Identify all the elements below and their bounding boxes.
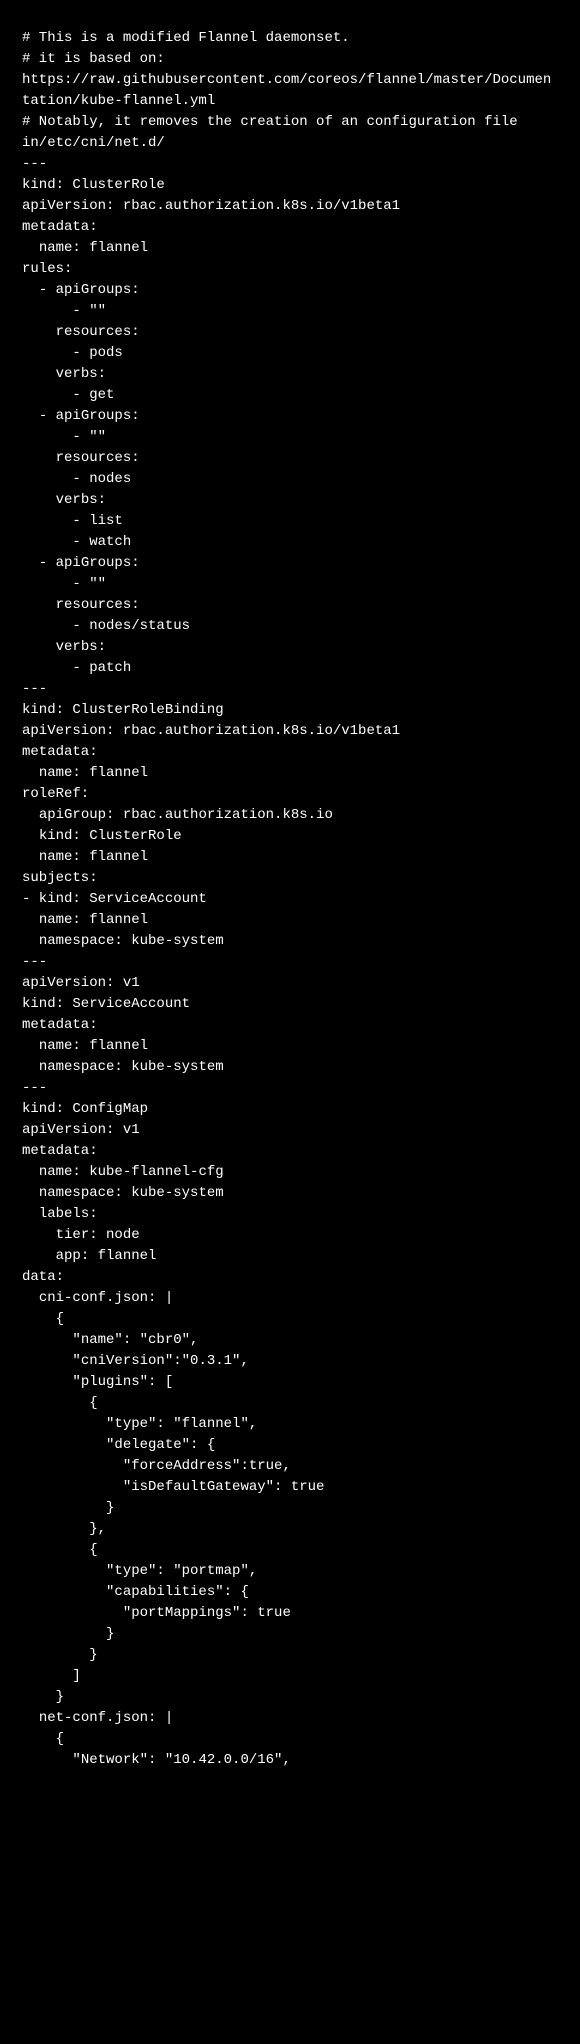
code-line: tier: node [22,1225,558,1246]
code-line: }, [22,1519,558,1540]
code-line: - apiGroups: [22,280,558,301]
code-line: } [22,1645,558,1666]
code-line: - list [22,511,558,532]
code-line: # Notably, it removes the creation of an… [22,112,558,154]
code-line: apiVersion: v1 [22,973,558,994]
code-line: "isDefaultGateway": true [22,1477,558,1498]
code-line: resources: [22,448,558,469]
code-line: # This is a modified Flannel daemonset. [22,28,558,49]
code-line: kind: ClusterRole [22,826,558,847]
code-line: } [22,1624,558,1645]
code-line: apiVersion: v1 [22,1120,558,1141]
code-line: --- [22,154,558,175]
code-line: resources: [22,322,558,343]
code-line: metadata: [22,742,558,763]
code-line: # it is based on: https://raw.githubuser… [22,49,558,112]
code-line: - "" [22,427,558,448]
code-line: --- [22,1078,558,1099]
code-line: - get [22,385,558,406]
code-line: resources: [22,595,558,616]
code-line: kind: ClusterRole [22,175,558,196]
code-line: - nodes/status [22,616,558,637]
code-line: app: flannel [22,1246,558,1267]
code-block: # This is a modified Flannel daemonset.#… [22,28,558,1771]
code-line: name: flannel [22,763,558,784]
code-line: "capabilities": { [22,1582,558,1603]
code-line: { [22,1540,558,1561]
code-line: name: flannel [22,1036,558,1057]
code-line: kind: ClusterRoleBinding [22,700,558,721]
code-line: apiVersion: rbac.authorization.k8s.io/v1… [22,196,558,217]
code-line: cni-conf.json: | [22,1288,558,1309]
code-line: "portMappings": true [22,1603,558,1624]
code-line: - pods [22,343,558,364]
code-line: - watch [22,532,558,553]
code-line: { [22,1729,558,1750]
code-line: namespace: kube-system [22,1057,558,1078]
code-line: subjects: [22,868,558,889]
code-line: verbs: [22,490,558,511]
code-line: namespace: kube-system [22,931,558,952]
code-line: metadata: [22,217,558,238]
code-line: } [22,1498,558,1519]
code-line: "type": "portmap", [22,1561,558,1582]
code-line: - "" [22,301,558,322]
code-line: "forceAddress":true, [22,1456,558,1477]
code-line: name: flannel [22,847,558,868]
code-line: verbs: [22,637,558,658]
code-line: { [22,1393,558,1414]
code-line: "delegate": { [22,1435,558,1456]
code-line: apiGroup: rbac.authorization.k8s.io [22,805,558,826]
code-line: - "" [22,574,558,595]
code-line: "cniVersion":"0.3.1", [22,1351,558,1372]
code-line: "type": "flannel", [22,1414,558,1435]
code-line: } [22,1687,558,1708]
code-line: name: kube-flannel-cfg [22,1162,558,1183]
code-line: "Network": "10.42.0.0/16", [22,1750,558,1771]
code-line: verbs: [22,364,558,385]
code-line: --- [22,952,558,973]
code-line: apiVersion: rbac.authorization.k8s.io/v1… [22,721,558,742]
code-line: labels: [22,1204,558,1225]
code-line: namespace: kube-system [22,1183,558,1204]
code-line: - patch [22,658,558,679]
code-line: - apiGroups: [22,406,558,427]
code-line: net-conf.json: | [22,1708,558,1729]
code-line: "plugins": [ [22,1372,558,1393]
code-line: ] [22,1666,558,1687]
code-line: - kind: ServiceAccount [22,889,558,910]
code-line: "name": "cbr0", [22,1330,558,1351]
code-line: kind: ServiceAccount [22,994,558,1015]
code-line: name: flannel [22,910,558,931]
code-line: metadata: [22,1141,558,1162]
code-line: - apiGroups: [22,553,558,574]
code-line: kind: ConfigMap [22,1099,558,1120]
code-line: data: [22,1267,558,1288]
code-line: rules: [22,259,558,280]
code-line: { [22,1309,558,1330]
code-line: - nodes [22,469,558,490]
code-line: metadata: [22,1015,558,1036]
code-line: --- [22,679,558,700]
code-line: name: flannel [22,238,558,259]
code-line: roleRef: [22,784,558,805]
